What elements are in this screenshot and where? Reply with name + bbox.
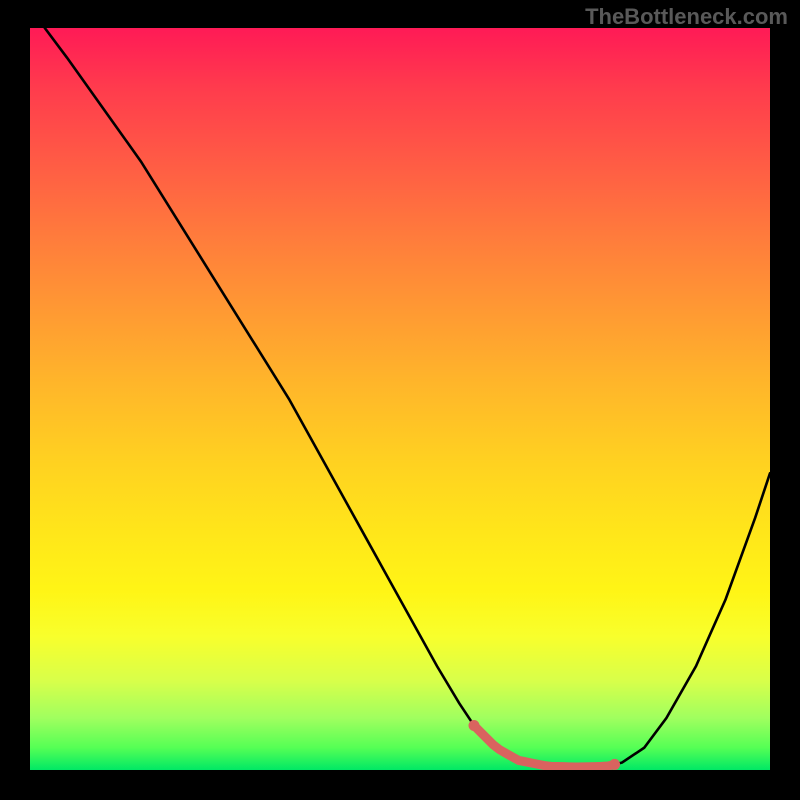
optimal-end-dot [609,759,620,770]
watermark-text: TheBottleneck.com [585,4,788,30]
plot-area [30,28,770,770]
chart-container: TheBottleneck.com [0,0,800,800]
optimal-start-dot [469,720,480,731]
bottleneck-curve [45,28,770,767]
curve-svg [30,28,770,770]
optimal-range-highlight [474,725,615,767]
